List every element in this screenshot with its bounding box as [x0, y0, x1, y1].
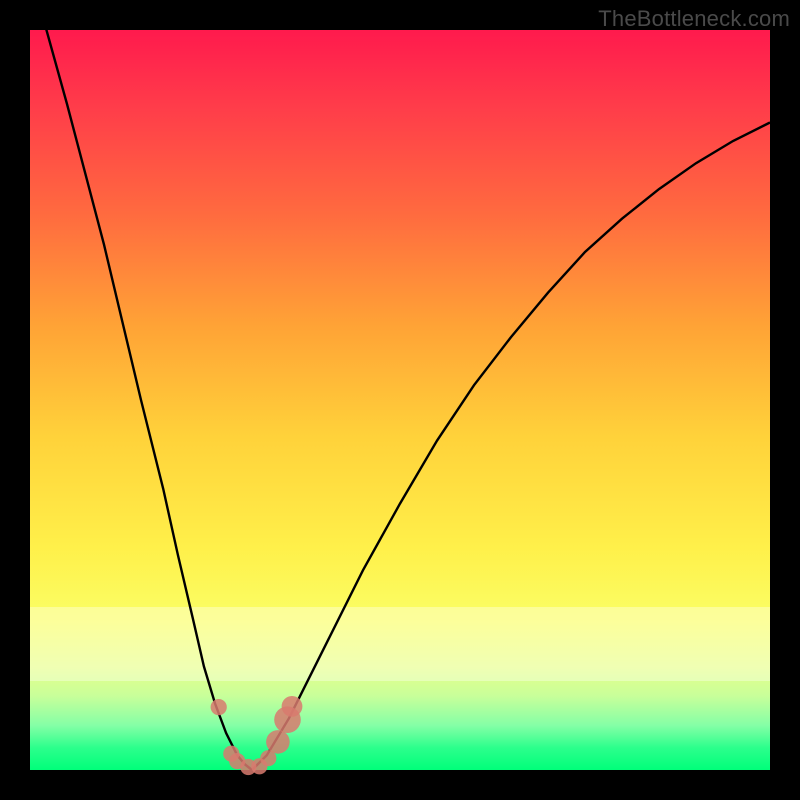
- watermark-text: TheBottleneck.com: [598, 6, 790, 32]
- curve-marker: [266, 730, 290, 754]
- curve-marker: [211, 699, 227, 715]
- curve-marker: [282, 696, 303, 717]
- bottleneck-curve-left: [30, 0, 252, 770]
- plot-area: [30, 30, 770, 770]
- marker-group: [211, 696, 303, 775]
- bottleneck-curve-right: [252, 123, 770, 771]
- curve-layer: [30, 30, 770, 770]
